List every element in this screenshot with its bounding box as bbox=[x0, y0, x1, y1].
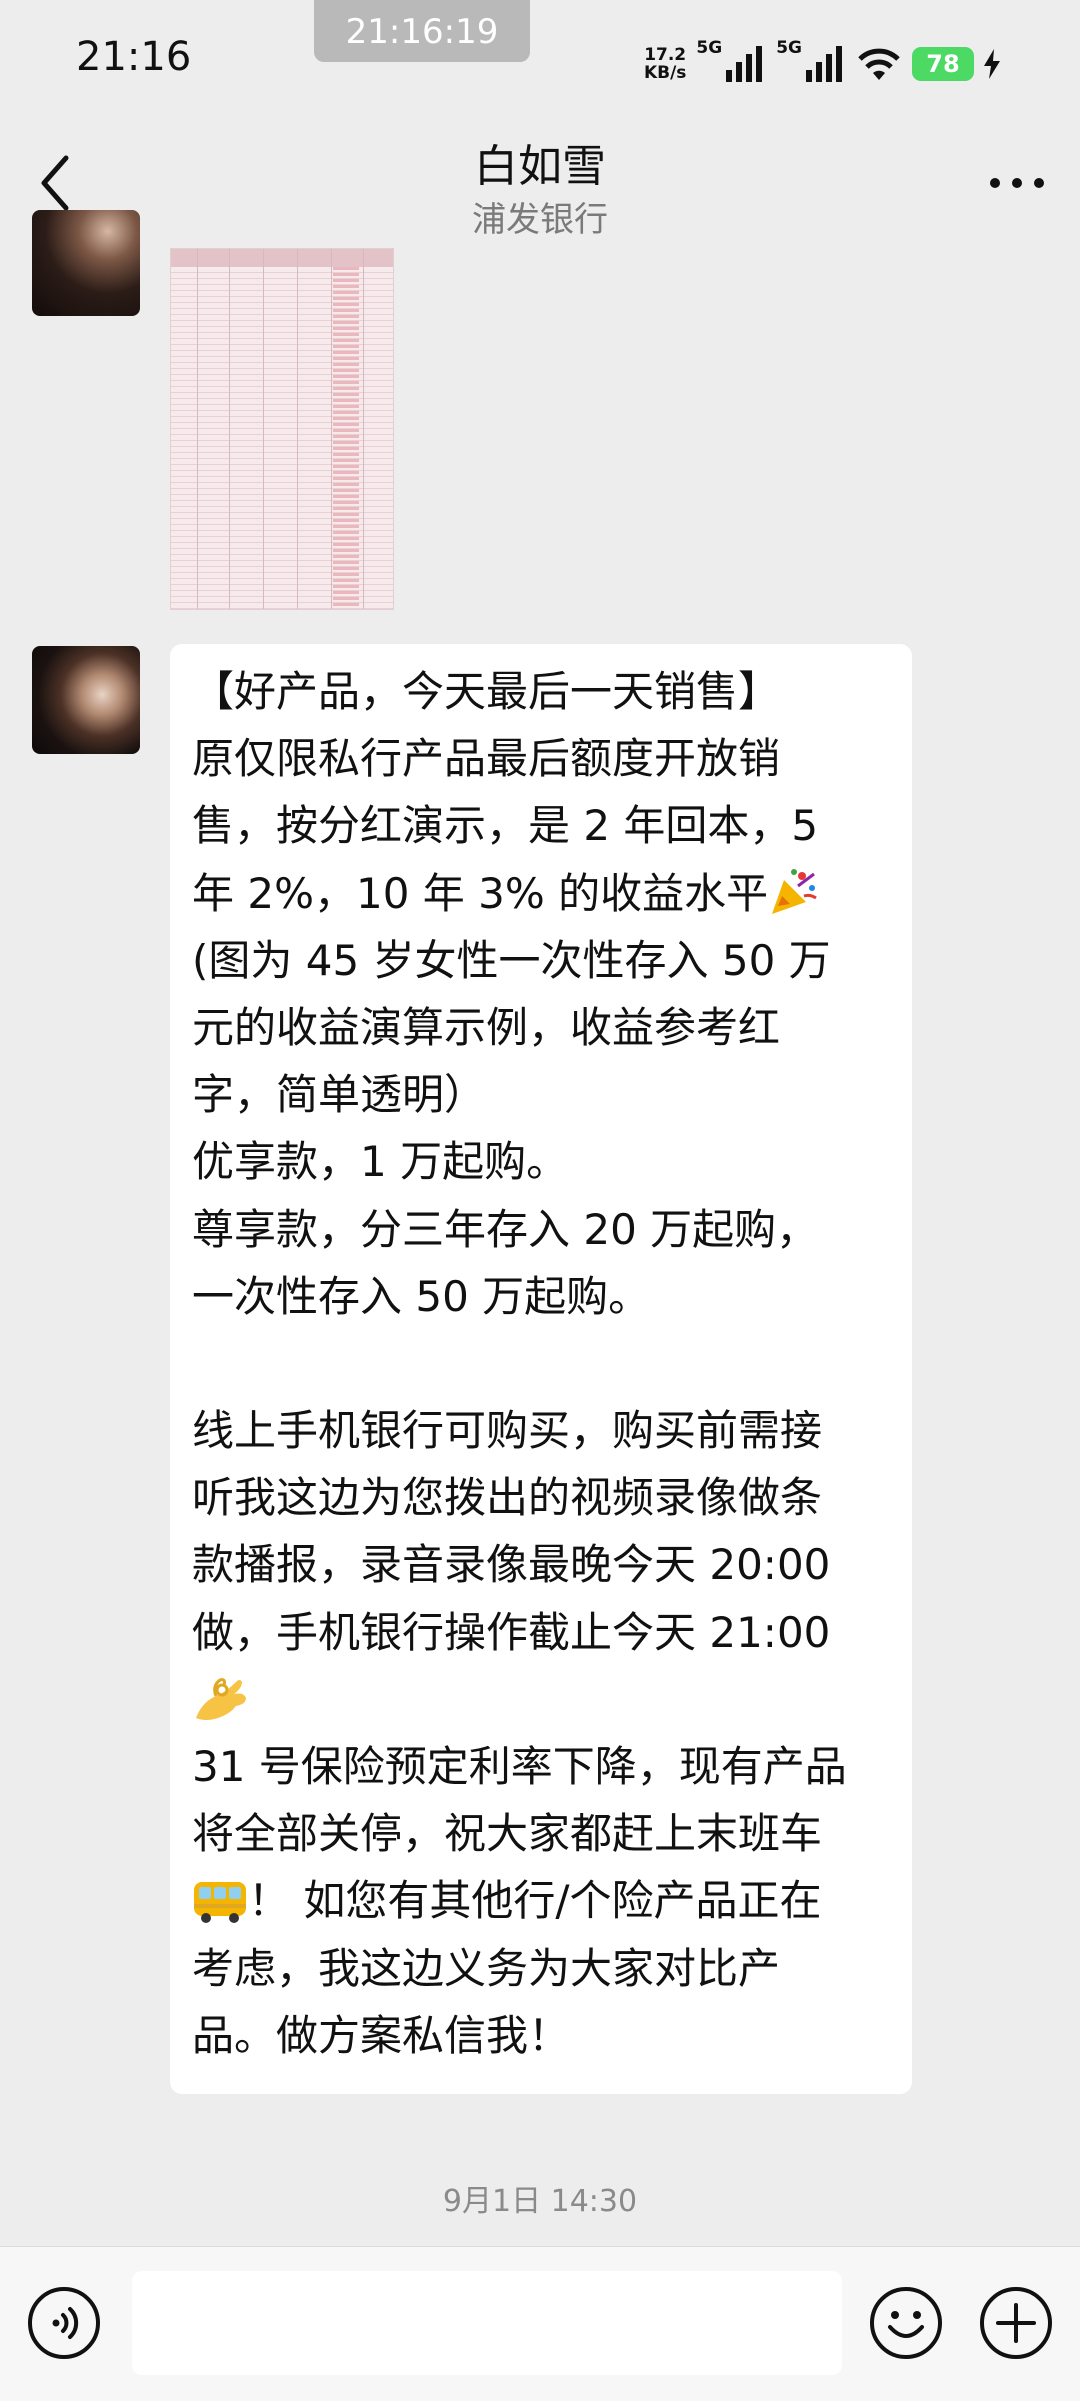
message-line: 一次性存入 50 万起购。 bbox=[192, 1271, 651, 1321]
message-line: 31 号保险预定利率下降，现有产品 bbox=[192, 1742, 847, 1791]
table-column-line bbox=[229, 249, 230, 609]
status-time: 21:16 bbox=[76, 34, 192, 80]
message-line: 元的收益演算示例，收益参考红 bbox=[192, 1002, 781, 1052]
chat-subtitle: 浦发银行 bbox=[472, 200, 608, 240]
message-input[interactable] bbox=[132, 2271, 842, 2375]
message-line: 听我这边为您拨出的视频录像做条 bbox=[192, 1473, 823, 1523]
bus-icon bbox=[194, 1881, 246, 1923]
signal-2-label: 5G bbox=[776, 38, 802, 58]
status-bar: 21:16 21:16:19 17.2 KB/s 5G 5G 78 bbox=[0, 0, 1080, 120]
message-line: (图为 45 岁女性一次性存入 50 万 bbox=[192, 935, 831, 985]
message-line bbox=[192, 1666, 890, 1733]
status-indicators: 17.2 KB/s 5G 5G 78 bbox=[644, 36, 1000, 92]
table-column-line bbox=[197, 249, 198, 609]
message-line: 字，简单透明） bbox=[192, 1070, 487, 1120]
table-column-line bbox=[331, 249, 332, 609]
message-line: 售，按分红演示，是 2 年回本，5 bbox=[192, 801, 819, 851]
message-line: 优享款，1 万起购。 bbox=[192, 1137, 569, 1187]
message-line: 【好产品，今天最后一天销售】 bbox=[192, 667, 781, 716]
network-speed-unit: KB/s bbox=[643, 63, 687, 83]
table-column-line bbox=[297, 249, 298, 609]
party-popper-icon bbox=[772, 869, 817, 915]
message-line: 原仅限私行产品最后额度开放销 bbox=[192, 734, 781, 784]
clock-chip: 21:16:19 bbox=[314, 0, 530, 62]
table-column-line bbox=[363, 249, 364, 609]
sender-avatar[interactable] bbox=[32, 210, 140, 316]
message-line: 年 2%，10 年 3% 的收益水平 bbox=[192, 860, 890, 927]
chat-title: 白如雪 bbox=[474, 141, 606, 192]
message-line: 款播报，录音录像最晚今天 20:00 bbox=[192, 1540, 831, 1590]
charging-icon bbox=[984, 49, 1000, 79]
signal-1-label: 5G bbox=[696, 38, 723, 58]
message-line: 品。做方案私信我！ bbox=[192, 2010, 571, 2060]
input-bar bbox=[0, 2246, 1080, 2401]
message-line: 将全部关停，祝大家都赶上末班车 bbox=[192, 1809, 823, 1859]
signal-icon bbox=[726, 46, 763, 82]
more-horizontal-icon bbox=[990, 178, 1044, 188]
network-speed-value: 17.2 bbox=[644, 45, 687, 65]
message-line: 线上手机银行可购买，购买前需接 bbox=[192, 1406, 823, 1456]
sender-avatar[interactable] bbox=[32, 646, 140, 754]
emoji-icon bbox=[870, 2287, 942, 2359]
table-column-line bbox=[263, 249, 264, 609]
message-line-text: 年 2%，10 年 3% 的收益水平 bbox=[192, 868, 769, 918]
message-line: ！ 如您有其他行/个险产品正在 bbox=[192, 1867, 890, 1934]
message-line-text: ！ 如您有其他行/个险产品正在 bbox=[248, 1876, 822, 1926]
battery-indicator: 78 bbox=[912, 47, 974, 81]
signal-icon bbox=[806, 46, 842, 82]
chat-header: 白如雪 浦发银行 bbox=[0, 120, 1080, 248]
more-button[interactable] bbox=[984, 160, 1050, 206]
message-line: 做，手机银行操作截止今天 21:00 bbox=[192, 1607, 831, 1657]
wifi-icon bbox=[858, 48, 900, 80]
message-line: 尊享款，分三年存入 20 万起购， bbox=[192, 1204, 819, 1254]
message-line: 考虑，我这边义务为大家对比产 bbox=[192, 1943, 781, 1993]
message-timestamp: 9月1日 14:30 bbox=[442, 2184, 638, 2219]
plus-button[interactable] bbox=[978, 2285, 1054, 2361]
table-highlight-column bbox=[333, 267, 359, 609]
emoji-button[interactable] bbox=[868, 2285, 944, 2361]
voice-icon bbox=[28, 2287, 100, 2359]
network-speed: 17.2 KB/s bbox=[644, 46, 686, 82]
message-bubble[interactable]: 【好产品，今天最后一天销售】 原仅限私行产品最后额度开放销 售，按分红演示，是 … bbox=[170, 644, 912, 2094]
image-message[interactable] bbox=[170, 248, 394, 610]
voice-button[interactable] bbox=[26, 2285, 102, 2361]
plus-icon bbox=[980, 2287, 1052, 2359]
table-header-strip bbox=[171, 249, 393, 267]
ok-hand-icon bbox=[196, 1678, 246, 1721]
